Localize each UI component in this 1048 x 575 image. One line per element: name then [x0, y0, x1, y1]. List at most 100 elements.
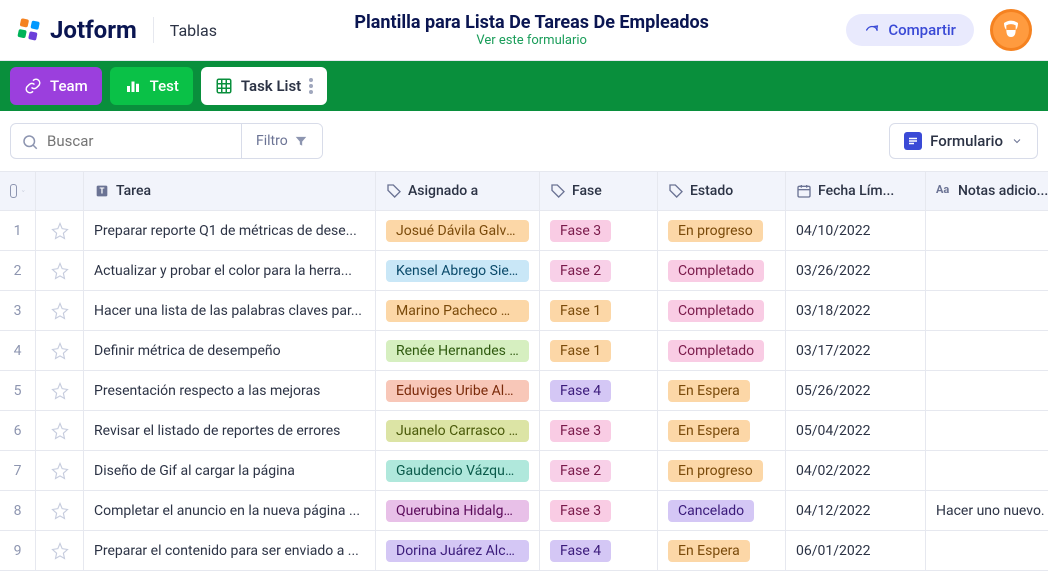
- select-all-cell[interactable]: [0, 172, 36, 210]
- col-notas[interactable]: Aa Notas adicio...: [926, 172, 1048, 210]
- col-asignado[interactable]: Asignado a: [376, 172, 540, 210]
- fecha-cell[interactable]: 03/18/2022: [786, 291, 926, 330]
- estado-cell[interactable]: Completado: [658, 251, 786, 290]
- star-button[interactable]: [36, 251, 84, 290]
- estado-cell[interactable]: En Espera: [658, 411, 786, 450]
- search-input[interactable]: [11, 124, 241, 158]
- col-tarea[interactable]: T Tarea: [84, 172, 376, 210]
- task-cell[interactable]: Hacer una lista de las palabras claves p…: [84, 291, 376, 330]
- topbar: Jotform Tablas Plantilla para Lista De T…: [0, 0, 1048, 61]
- col-estado[interactable]: Estado: [658, 172, 786, 210]
- star-button[interactable]: [36, 491, 84, 530]
- star-button[interactable]: [36, 371, 84, 410]
- assignee-cell[interactable]: Eduviges Uribe Alvarez: [376, 371, 540, 410]
- table-row[interactable]: 3 Hacer una lista de las palabras claves…: [0, 291, 1048, 331]
- notas-cell[interactable]: [926, 211, 1048, 250]
- fase-cell[interactable]: Fase 4: [540, 531, 658, 570]
- task-cell[interactable]: Preparar reporte Q1 de métricas de dese.…: [84, 211, 376, 250]
- tab-test[interactable]: Test: [110, 67, 193, 105]
- notas-cell[interactable]: [926, 371, 1048, 410]
- form-view-button[interactable]: Formulario: [889, 123, 1038, 159]
- task-cell[interactable]: Presentación respecto a las mejoras: [84, 371, 376, 410]
- tabbar: Team Test Task List: [0, 61, 1048, 111]
- assignee-cell[interactable]: Kensel Abrego Sierra: [376, 251, 540, 290]
- assignee-cell[interactable]: Renée Hernandes Raya: [376, 331, 540, 370]
- fecha-cell[interactable]: 03/17/2022: [786, 331, 926, 370]
- estado-cell[interactable]: En progreso: [658, 451, 786, 490]
- fecha-cell[interactable]: 04/10/2022: [786, 211, 926, 250]
- notas-cell[interactable]: [926, 451, 1048, 490]
- notas-cell[interactable]: [926, 291, 1048, 330]
- star-button[interactable]: [36, 331, 84, 370]
- task-cell[interactable]: Completar el anuncio en la nueva página …: [84, 491, 376, 530]
- table-row[interactable]: 8 Completar el anuncio en la nueva págin…: [0, 491, 1048, 531]
- task-cell[interactable]: Revisar el listado de reportes de errore…: [84, 411, 376, 450]
- task-cell[interactable]: Definir métrica de desempeño: [84, 331, 376, 370]
- notas-cell[interactable]: [926, 251, 1048, 290]
- assignee-cell[interactable]: Querubina Hidalgo Me: [376, 491, 540, 530]
- fase-cell[interactable]: Fase 3: [540, 211, 658, 250]
- toolbar: Filtro Formulario: [0, 111, 1048, 171]
- share-button[interactable]: Compartir: [846, 14, 974, 46]
- notas-cell[interactable]: Hacer uno nuevo.: [926, 491, 1048, 530]
- assignee-cell[interactable]: Josué Dávila Galván: [376, 211, 540, 250]
- row-index: 3: [0, 291, 36, 330]
- table-row[interactable]: 7 Diseño de Gif al cargar la página Gaud…: [0, 451, 1048, 491]
- star-header: [36, 172, 84, 210]
- fase-cell[interactable]: Fase 3: [540, 411, 658, 450]
- assignee-cell[interactable]: Gaudencio Vázquez To: [376, 451, 540, 490]
- table-row[interactable]: 5 Presentación respecto a las mejoras Ed…: [0, 371, 1048, 411]
- chevron-down-icon[interactable]: [21, 185, 26, 197]
- fase-cell[interactable]: Fase 4: [540, 371, 658, 410]
- filter-button[interactable]: Filtro: [241, 124, 322, 158]
- estado-cell[interactable]: Completado: [658, 291, 786, 330]
- fase-cell[interactable]: Fase 1: [540, 291, 658, 330]
- estado-cell[interactable]: Cancelado: [658, 491, 786, 530]
- table-row[interactable]: 2 Actualizar y probar el color para la h…: [0, 251, 1048, 291]
- fase-cell[interactable]: Fase 2: [540, 251, 658, 290]
- tab-team[interactable]: Team: [10, 67, 102, 105]
- fecha-cell[interactable]: 03/26/2022: [786, 251, 926, 290]
- tab-tasklist[interactable]: Task List: [201, 67, 327, 105]
- notas-cell[interactable]: [926, 531, 1048, 570]
- assignee-cell[interactable]: Marino Pacheco Colón: [376, 291, 540, 330]
- logo[interactable]: Jotform: [16, 16, 137, 44]
- bar-chart-icon: [124, 77, 142, 95]
- task-cell[interactable]: Preparar el contenido para ser enviado a…: [84, 531, 376, 570]
- star-button[interactable]: [36, 211, 84, 250]
- estado-cell[interactable]: En progreso: [658, 211, 786, 250]
- fecha-cell[interactable]: 05/26/2022: [786, 371, 926, 410]
- checkbox-icon[interactable]: [10, 184, 17, 198]
- col-fecha[interactable]: Fecha Lím...: [786, 172, 926, 210]
- star-button[interactable]: [36, 291, 84, 330]
- fecha-cell[interactable]: 04/02/2022: [786, 451, 926, 490]
- assignee-cell[interactable]: Dorina Juárez Alcalá: [376, 531, 540, 570]
- table-row[interactable]: 6 Revisar el listado de reportes de erro…: [0, 411, 1048, 451]
- assignee-cell[interactable]: Juanelo Carrasco Cord: [376, 411, 540, 450]
- view-form-link[interactable]: Ver este formulario: [233, 33, 830, 48]
- task-cell[interactable]: Diseño de Gif al cargar la página: [84, 451, 376, 490]
- fecha-cell[interactable]: 06/01/2022: [786, 531, 926, 570]
- table-row[interactable]: 1 Preparar reporte Q1 de métricas de des…: [0, 211, 1048, 251]
- table-row[interactable]: 4 Definir métrica de desempeño Renée Her…: [0, 331, 1048, 371]
- table-row[interactable]: 9 Preparar el contenido para ser enviado…: [0, 531, 1048, 571]
- estado-cell[interactable]: Completado: [658, 331, 786, 370]
- fase-cell[interactable]: Fase 1: [540, 331, 658, 370]
- star-button[interactable]: [36, 451, 84, 490]
- fecha-cell[interactable]: 05/04/2022: [786, 411, 926, 450]
- estado-cell[interactable]: En Espera: [658, 531, 786, 570]
- tab-menu-icon[interactable]: [309, 78, 313, 94]
- fecha-cell[interactable]: 04/12/2022: [786, 491, 926, 530]
- estado-cell[interactable]: En Espera: [658, 371, 786, 410]
- fase-cell[interactable]: Fase 2: [540, 451, 658, 490]
- star-button[interactable]: [36, 411, 84, 450]
- col-fase[interactable]: Fase: [540, 172, 658, 210]
- task-cell[interactable]: Actualizar y probar el color para la her…: [84, 251, 376, 290]
- notas-cell[interactable]: [926, 331, 1048, 370]
- section-label[interactable]: Tablas: [170, 21, 217, 40]
- star-button[interactable]: [36, 531, 84, 570]
- avatar[interactable]: [990, 9, 1032, 51]
- fase-cell[interactable]: Fase 3: [540, 491, 658, 530]
- logo-icon: [16, 17, 42, 43]
- notas-cell[interactable]: [926, 411, 1048, 450]
